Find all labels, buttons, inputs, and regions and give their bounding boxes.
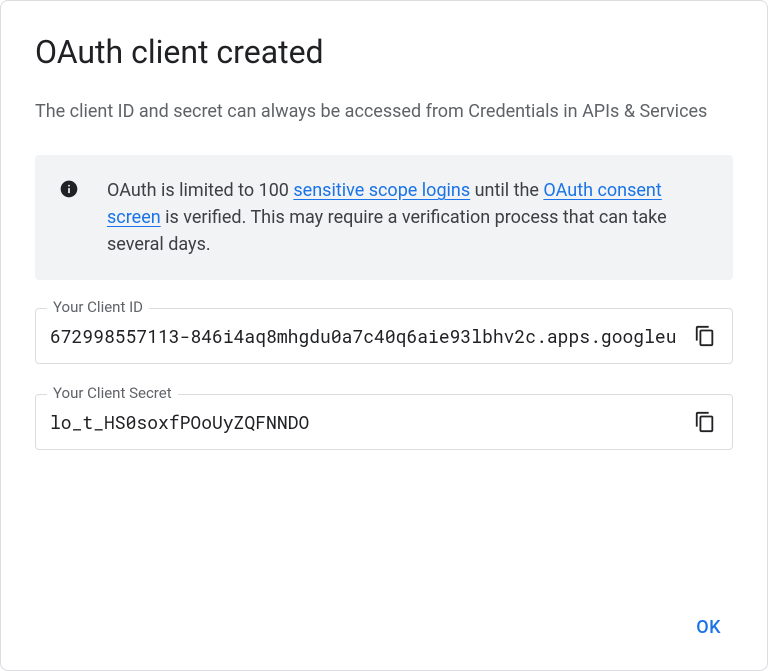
copy-client-secret-button[interactable] — [690, 407, 720, 437]
oauth-created-dialog: OAuth client created The client ID and s… — [0, 0, 768, 671]
client-secret-label: Your Client Secret — [47, 384, 178, 402]
ok-button[interactable]: OK — [684, 609, 733, 646]
dialog-subtitle: The client ID and secret can always be a… — [35, 99, 733, 125]
info-box: OAuth is limited to 100 sensitive scope … — [35, 155, 733, 280]
client-secret-value: lo_t_HS0soxfPOoUyZQFNNDO — [50, 410, 676, 434]
info-text: OAuth is limited to 100 sensitive scope … — [107, 177, 709, 258]
dialog-actions: OK — [684, 609, 733, 646]
client-secret-box: lo_t_HS0soxfPOoUyZQFNNDO — [35, 394, 733, 450]
sensitive-scope-logins-link[interactable]: sensitive scope logins — [293, 180, 470, 201]
info-icon — [59, 177, 79, 199]
client-secret-field: Your Client Secret lo_t_HS0soxfPOoUyZQFN… — [35, 394, 733, 450]
client-id-box: 672998557113-846i4aq8mhgdu0a7c40q6aie93l… — [35, 308, 733, 364]
copy-icon — [694, 325, 716, 347]
dialog-title: OAuth client created — [35, 33, 733, 71]
info-text-part1: OAuth is limited to 100 — [107, 180, 293, 201]
client-id-field: Your Client ID 672998557113-846i4aq8mhgd… — [35, 308, 733, 364]
info-text-part3: is verified. This may require a verifica… — [107, 207, 667, 255]
copy-client-id-button[interactable] — [690, 321, 720, 351]
info-text-part2: until the — [470, 180, 543, 201]
copy-icon — [694, 411, 716, 433]
client-id-label: Your Client ID — [47, 298, 149, 316]
client-id-value: 672998557113-846i4aq8mhgdu0a7c40q6aie93l… — [50, 324, 676, 348]
